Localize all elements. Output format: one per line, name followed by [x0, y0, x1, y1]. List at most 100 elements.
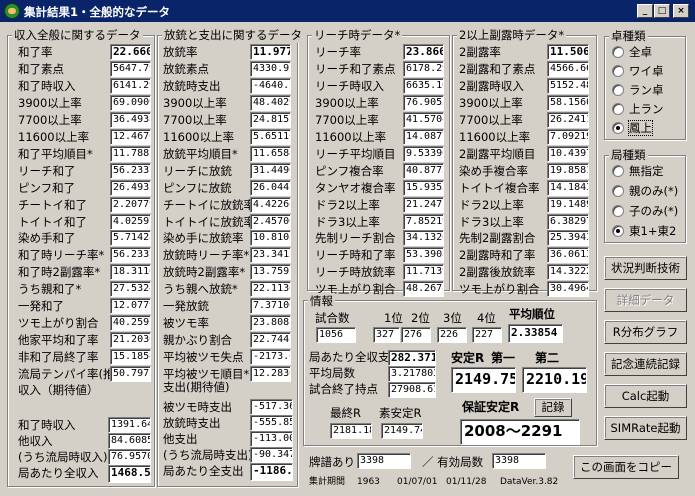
stat-label: 和了率	[18, 45, 53, 59]
radio-option[interactable]: 全卓	[612, 45, 652, 59]
copy-screen-button[interactable]: この画面をコピー	[573, 455, 679, 479]
stat-value: 58.1560	[547, 94, 589, 111]
radio-dot[interactable]	[612, 122, 624, 134]
stat-label: 和了時2副露率*	[18, 265, 101, 280]
stat-label: 先制2副露割合	[459, 231, 536, 246]
radio-dot[interactable]	[612, 65, 624, 77]
record-button[interactable]: 記錄	[534, 398, 572, 417]
stat-value: 14.1843	[547, 179, 589, 196]
radio-dot[interactable]	[612, 84, 624, 96]
pure-stable-r-value: 2149.74	[381, 423, 423, 439]
radio-option[interactable]: 上ラン	[612, 102, 664, 116]
stat-label: ピンフ複合率	[315, 163, 384, 178]
stat-value: 4330.95	[250, 60, 291, 77]
stat-value: 22.1130	[250, 281, 291, 298]
radio-dot[interactable]	[612, 46, 624, 58]
last-r-label: 最終R	[330, 406, 361, 420]
income-value: 76.9570	[108, 449, 151, 465]
stat-value: 7.37100	[250, 298, 291, 315]
loss-group-title: 放銃と支出に関するデータ	[162, 27, 304, 43]
radio-option[interactable]: ラン卓	[612, 83, 664, 97]
stat-label: リーチ和了素点	[315, 61, 396, 76]
stat-label: リーチに放銃	[163, 163, 232, 178]
income-label: (うち流局時収入)	[18, 450, 108, 464]
radio-dot[interactable]	[612, 185, 624, 197]
stat-value: 2.20779	[110, 196, 151, 213]
income-label: 局あたり全収入	[18, 466, 99, 480]
stat-label: 染め手和了	[18, 231, 76, 246]
stat-label: 放銃時リーチ率*	[163, 248, 250, 263]
logs-value: 3398	[357, 453, 411, 469]
situation-skill-button[interactable]: 状況判断技術	[604, 256, 687, 280]
radio-option[interactable]: 東1+東2	[612, 224, 676, 238]
avg-rank-value: 2.33854	[508, 324, 563, 343]
info-group-title: 情報	[308, 293, 335, 309]
radio-dot[interactable]	[612, 165, 624, 177]
memorial-record-button[interactable]: 記念連続記録	[604, 352, 687, 376]
stat-label: 11600以上率	[18, 129, 90, 144]
stat-label: ドラ2以上率	[315, 197, 380, 212]
period-count: 1963	[357, 477, 380, 487]
logs-label: 牌譜あり	[309, 455, 355, 469]
stat-label: 非和了局終了率	[18, 350, 99, 365]
radio-option[interactable]: 親のみ(*)	[612, 184, 678, 198]
income-expected-title: 収入（期待値）	[18, 383, 99, 397]
stat-label: チートイに放銃率	[163, 197, 255, 212]
stat-label: 3900以上率	[163, 95, 227, 110]
meld-group-title: 2以上副露時データ*	[457, 27, 567, 43]
stat-value: 40.2597	[110, 315, 151, 332]
stat-label: 2副露時収入	[459, 78, 524, 93]
stable-r-second-value: 2210.19	[522, 367, 587, 393]
detail-data-button[interactable]: 詳細データ	[604, 288, 687, 312]
stat-value: 5152.48	[547, 77, 589, 94]
radio-dot[interactable]	[612, 103, 624, 115]
stat-value: 24.8157	[250, 111, 291, 128]
radio-option[interactable]: 鳳上	[612, 120, 653, 136]
stat-value: 31.4496	[250, 162, 291, 179]
stat-value: 27.5324	[110, 281, 151, 298]
stat-label: 7700以上率	[315, 112, 379, 127]
stat-value: 13.7592	[250, 264, 291, 281]
stat-value: 11.7883	[110, 145, 151, 162]
stat-value: 10.8108	[250, 230, 291, 247]
stat-value: 48.4029	[250, 94, 291, 111]
rank-value: 276	[401, 327, 431, 343]
end-points-label: 試合終了持点	[309, 382, 378, 396]
expense-value: -90.347	[250, 447, 293, 463]
stat-label: 他家平均和了率	[18, 333, 99, 348]
r-distribution-button[interactable]: R分布グラフ	[604, 320, 687, 344]
maximize-button[interactable]: □	[654, 4, 670, 18]
stat-value: 23.8081	[250, 315, 291, 332]
stat-value: 50.7972	[110, 366, 151, 383]
radio-label: 鳳上	[628, 120, 653, 136]
close-button[interactable]: ×	[673, 4, 689, 18]
avg-hands-value: 3.217803	[388, 366, 436, 382]
expense-value: -555.85	[250, 415, 293, 431]
stat-label: トイトイに放銃率	[163, 214, 255, 229]
period-from: 01/07/01	[397, 477, 438, 487]
stat-value: 21.2036	[110, 332, 151, 349]
stat-value: 5.71428	[110, 230, 151, 247]
radio-option[interactable]: 無指定	[612, 164, 664, 178]
stat-value: 69.0909	[110, 94, 151, 111]
radio-option[interactable]: ワイ卓	[612, 64, 664, 78]
table-type-title: 卓種類	[609, 28, 648, 44]
stat-value: 23.866	[403, 44, 444, 60]
radio-dot[interactable]	[612, 205, 624, 217]
radio-option[interactable]: 子のみ(*)	[612, 204, 678, 218]
income-value: 84.6085	[108, 433, 151, 449]
simrate-launch-button[interactable]: SIMRate起動	[604, 416, 687, 440]
stat-label: 放銃時2副露率*	[163, 265, 246, 280]
title-bar: 集計結果1・全般的なデータ _ □ ×	[0, 0, 695, 22]
version-label: DataVer.3.82	[500, 477, 559, 487]
stat-label: 7700以上率	[18, 112, 82, 127]
stat-label: 染め手に放銃率	[163, 231, 244, 246]
stat-label: ドラ3以上率	[459, 214, 524, 229]
minimize-button[interactable]: _	[637, 4, 653, 18]
stat-value: -2173.0	[250, 349, 291, 366]
radio-dot[interactable]	[612, 225, 624, 237]
per-hand-label: 局あたり全収支	[309, 350, 390, 364]
last-r-value: 2181.18	[330, 423, 372, 439]
calc-launch-button[interactable]: Calc起動	[604, 384, 687, 408]
stat-value: 18.3116	[110, 264, 151, 281]
